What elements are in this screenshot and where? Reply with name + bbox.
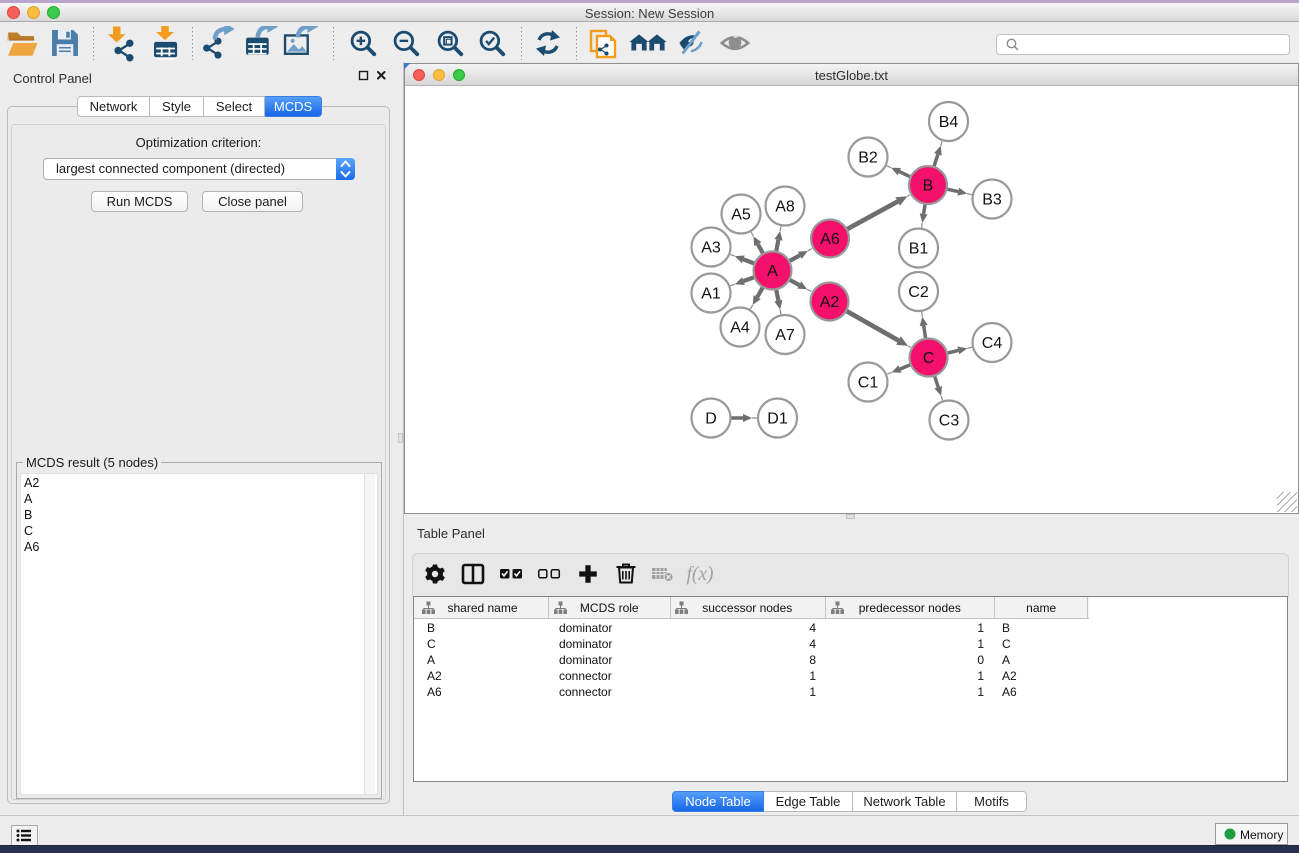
svg-text:B4: B4 — [939, 114, 959, 131]
svg-text:C2: C2 — [908, 284, 929, 301]
svg-text:D1: D1 — [767, 411, 788, 428]
svg-text:B3: B3 — [982, 192, 1002, 209]
svg-text:A7: A7 — [775, 327, 795, 344]
svg-text:A4: A4 — [730, 320, 750, 337]
svg-text:C4: C4 — [982, 335, 1003, 352]
svg-text:B2: B2 — [858, 150, 878, 167]
svg-text:D: D — [705, 411, 717, 428]
svg-text:C1: C1 — [858, 375, 879, 392]
svg-text:A5: A5 — [731, 207, 751, 224]
svg-text:B: B — [923, 178, 934, 195]
svg-text:A1: A1 — [701, 286, 721, 303]
svg-text:A3: A3 — [701, 240, 721, 257]
svg-text:A: A — [767, 263, 778, 280]
svg-text:A2: A2 — [820, 294, 840, 311]
svg-text:A6: A6 — [820, 231, 840, 248]
svg-text:A8: A8 — [775, 199, 795, 216]
svg-text:f(x): f(x) — [686, 564, 713, 585]
svg-text:C: C — [923, 350, 935, 367]
svg-text:C3: C3 — [939, 413, 960, 430]
svg-text:B1: B1 — [909, 241, 929, 258]
